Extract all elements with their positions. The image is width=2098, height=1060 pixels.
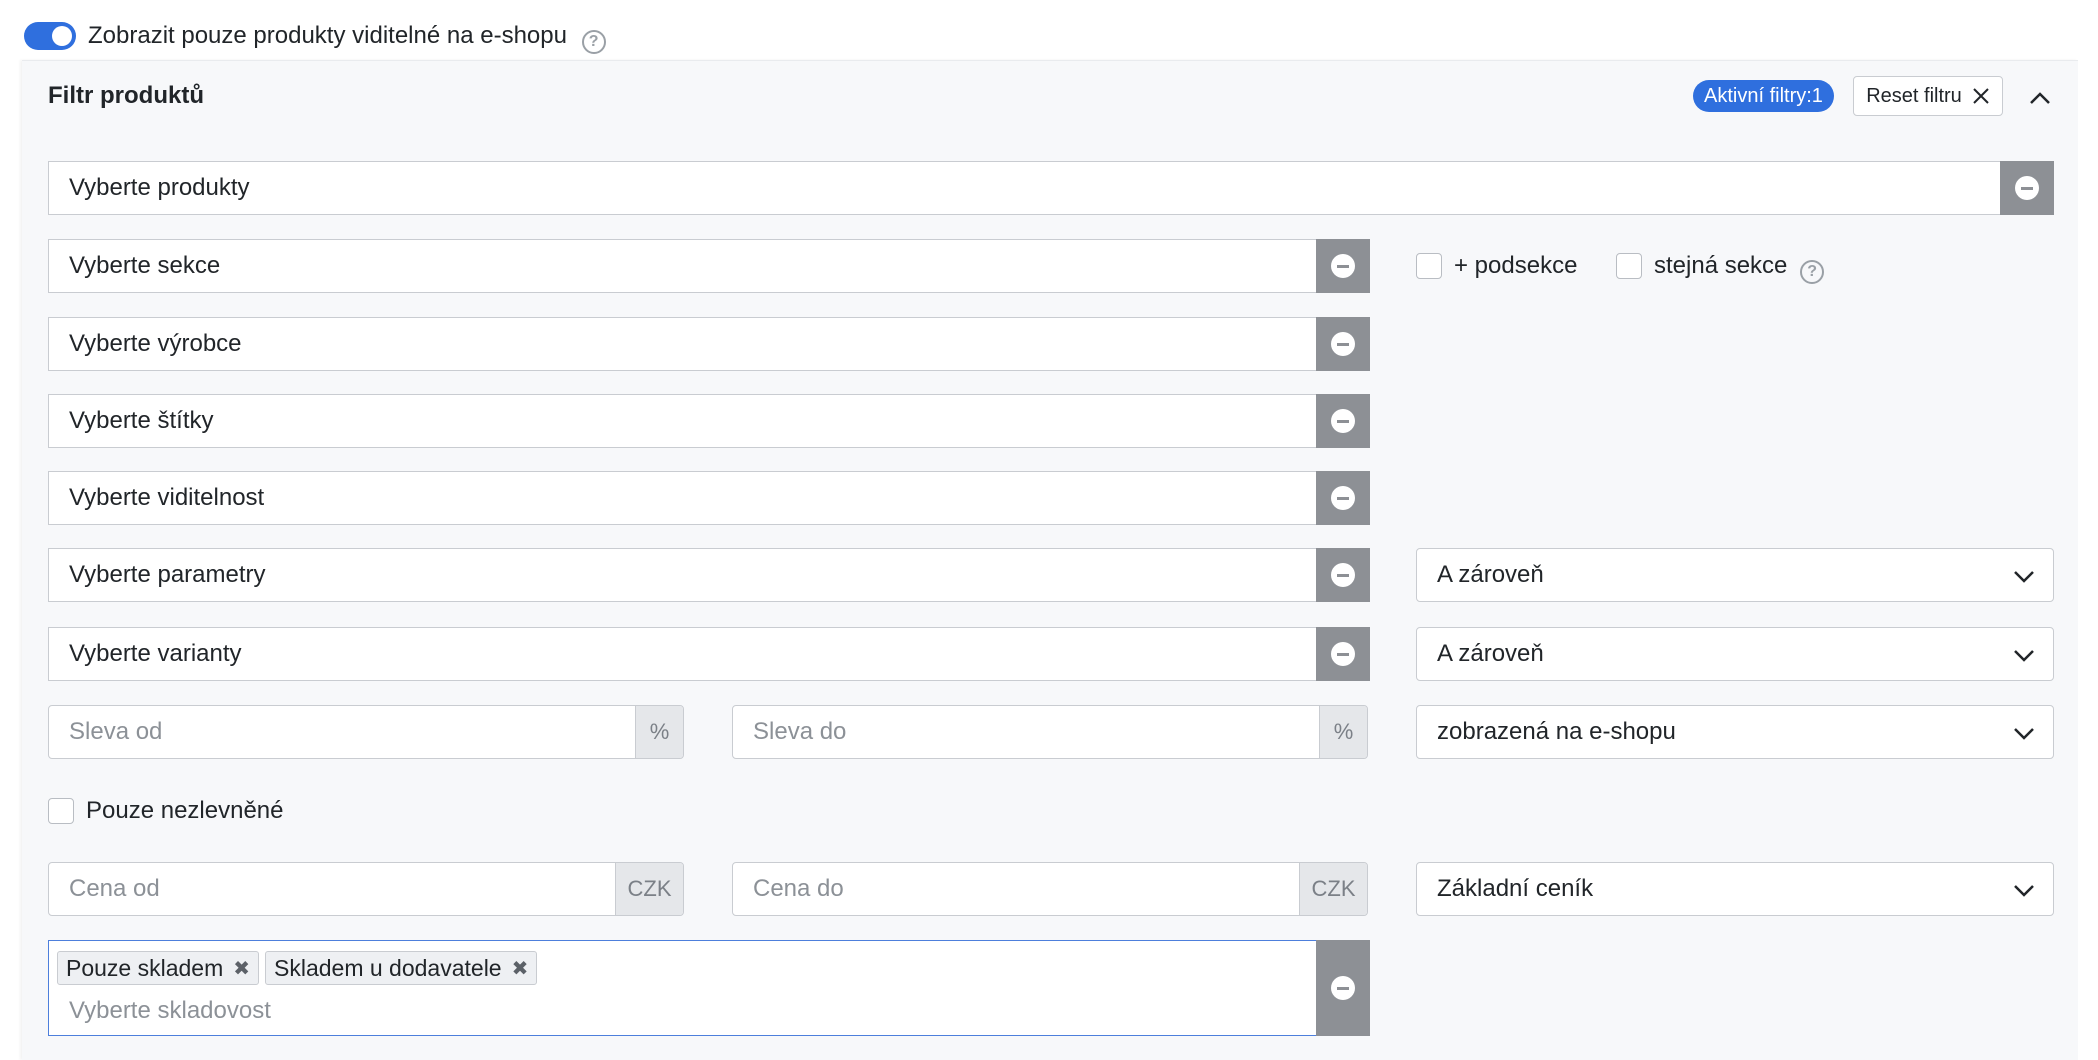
visible-only-toggle[interactable] <box>24 22 76 50</box>
minus-circle-icon <box>1331 254 1355 278</box>
manufacturers-clear-button[interactable] <box>1316 317 1370 371</box>
variants-logic-dropdown[interactable]: A zároveň <box>1416 627 2054 681</box>
active-filters-badge: Aktivní filtry:1 <box>1693 80 1834 112</box>
discount-display-value: zobrazená na e-shopu <box>1437 718 1676 745</box>
discount-from-placeholder: Sleva od <box>69 718 163 745</box>
currency-addon: CZK <box>1299 863 1367 915</box>
price-from-placeholder: Cena od <box>69 875 160 902</box>
stock-tag-label: Skladem u dodavatele <box>274 954 502 981</box>
minus-circle-icon <box>1331 563 1355 587</box>
discount-to-placeholder: Sleva do <box>753 718 847 745</box>
products-placeholder: Vyberte produkty <box>69 174 250 201</box>
chevron-down-icon <box>2014 885 2034 897</box>
remove-tag-icon[interactable]: ✖ <box>512 956 529 981</box>
variants-logic-value: A zároveň <box>1437 640 1544 667</box>
only-undiscounted-checkbox[interactable] <box>48 798 74 824</box>
panel-title: Filtr produktů <box>48 82 204 109</box>
minus-circle-icon <box>1331 486 1355 510</box>
help-icon[interactable]: ? <box>1800 260 1825 284</box>
chevron-up-icon[interactable] <box>2026 84 2054 112</box>
sections-clear-button[interactable] <box>1316 239 1370 293</box>
pricelist-dropdown[interactable]: Základní ceník <box>1416 862 2054 916</box>
toggle-knob <box>52 26 72 46</box>
stock-tag-label: Pouze skladem <box>66 954 224 981</box>
only-undiscounted-label: Pouze nezlevněné <box>86 797 284 824</box>
visibility-placeholder: Vyberte viditelnost <box>69 484 265 511</box>
percent-addon: % <box>1319 706 1367 758</box>
visible-only-text: Zobrazit pouze produkty viditelné na e-s… <box>88 22 567 49</box>
chevron-down-icon <box>2014 650 2034 662</box>
stock-tag: Pouze skladem ✖ <box>57 951 260 985</box>
minus-circle-icon <box>1331 976 1355 1000</box>
manufacturers-placeholder: Vyberte výrobce <box>69 330 242 357</box>
percent-addon: % <box>635 706 683 758</box>
currency-addon: CZK <box>615 863 683 915</box>
subsections-label: + podsekce <box>1454 252 1578 279</box>
variants-clear-button[interactable] <box>1316 627 1370 681</box>
subsections-checkbox[interactable] <box>1416 253 1442 279</box>
sections-placeholder: Vyberte sekce <box>69 252 221 279</box>
variants-placeholder: Vyberte varianty <box>69 640 242 667</box>
price-to-placeholder: Cena do <box>753 875 844 902</box>
same-section-text: stejná sekce <box>1654 252 1788 279</box>
same-section-checkbox[interactable] <box>1616 253 1642 279</box>
stock-clear-button[interactable] <box>1316 940 1370 1036</box>
price-to-input[interactable]: Cena do CZK <box>732 862 1368 916</box>
discount-to-input[interactable]: Sleva do % <box>732 705 1368 759</box>
same-section-label: stejná sekce ? <box>1654 250 1825 284</box>
price-from-input[interactable]: Cena od CZK <box>48 862 684 916</box>
sections-select[interactable]: Vyberte sekce <box>48 239 1370 293</box>
stock-tag: Skladem u dodavatele ✖ <box>265 951 538 985</box>
products-clear-button[interactable] <box>2000 161 2054 215</box>
stock-placeholder: Vyberte skladovost <box>69 997 271 1024</box>
parameters-select[interactable]: Vyberte parametry <box>48 548 1370 602</box>
labels-select[interactable]: Vyberte štítky <box>48 394 1370 448</box>
products-select[interactable]: Vyberte produkty <box>48 161 2054 215</box>
discount-from-input[interactable]: Sleva od % <box>48 705 684 759</box>
reset-filter-button[interactable]: Reset filtru <box>1853 76 2003 116</box>
remove-tag-icon[interactable]: ✖ <box>233 956 250 981</box>
minus-circle-icon <box>1331 409 1355 433</box>
visibility-select[interactable]: Vyberte viditelnost <box>48 471 1370 525</box>
parameters-logic-dropdown[interactable]: A zároveň <box>1416 548 2054 602</box>
reset-filter-label: Reset filtru <box>1866 84 1962 107</box>
stock-multiselect[interactable]: Pouze skladem ✖ Skladem u dodavatele ✖ V… <box>48 940 1370 1036</box>
labels-placeholder: Vyberte štítky <box>69 407 214 434</box>
visibility-clear-button[interactable] <box>1316 471 1370 525</box>
discount-display-dropdown[interactable]: zobrazená na e-shopu <box>1416 705 2054 759</box>
pricelist-value: Základní ceník <box>1437 875 1594 902</box>
minus-circle-icon <box>2015 176 2039 200</box>
visible-only-label: Zobrazit pouze produkty viditelné na e-s… <box>88 20 606 54</box>
minus-circle-icon <box>1331 332 1355 356</box>
chevron-down-icon <box>2014 571 2034 583</box>
labels-clear-button[interactable] <box>1316 394 1370 448</box>
parameters-placeholder: Vyberte parametry <box>69 561 266 588</box>
parameters-clear-button[interactable] <box>1316 548 1370 602</box>
parameters-logic-value: A zároveň <box>1437 561 1544 588</box>
minus-circle-icon <box>1331 642 1355 666</box>
close-icon <box>1973 88 1989 104</box>
chevron-down-icon <box>2014 728 2034 740</box>
manufacturers-select[interactable]: Vyberte výrobce <box>48 317 1370 371</box>
help-icon[interactable]: ? <box>581 30 606 54</box>
variants-select[interactable]: Vyberte varianty <box>48 627 1370 681</box>
